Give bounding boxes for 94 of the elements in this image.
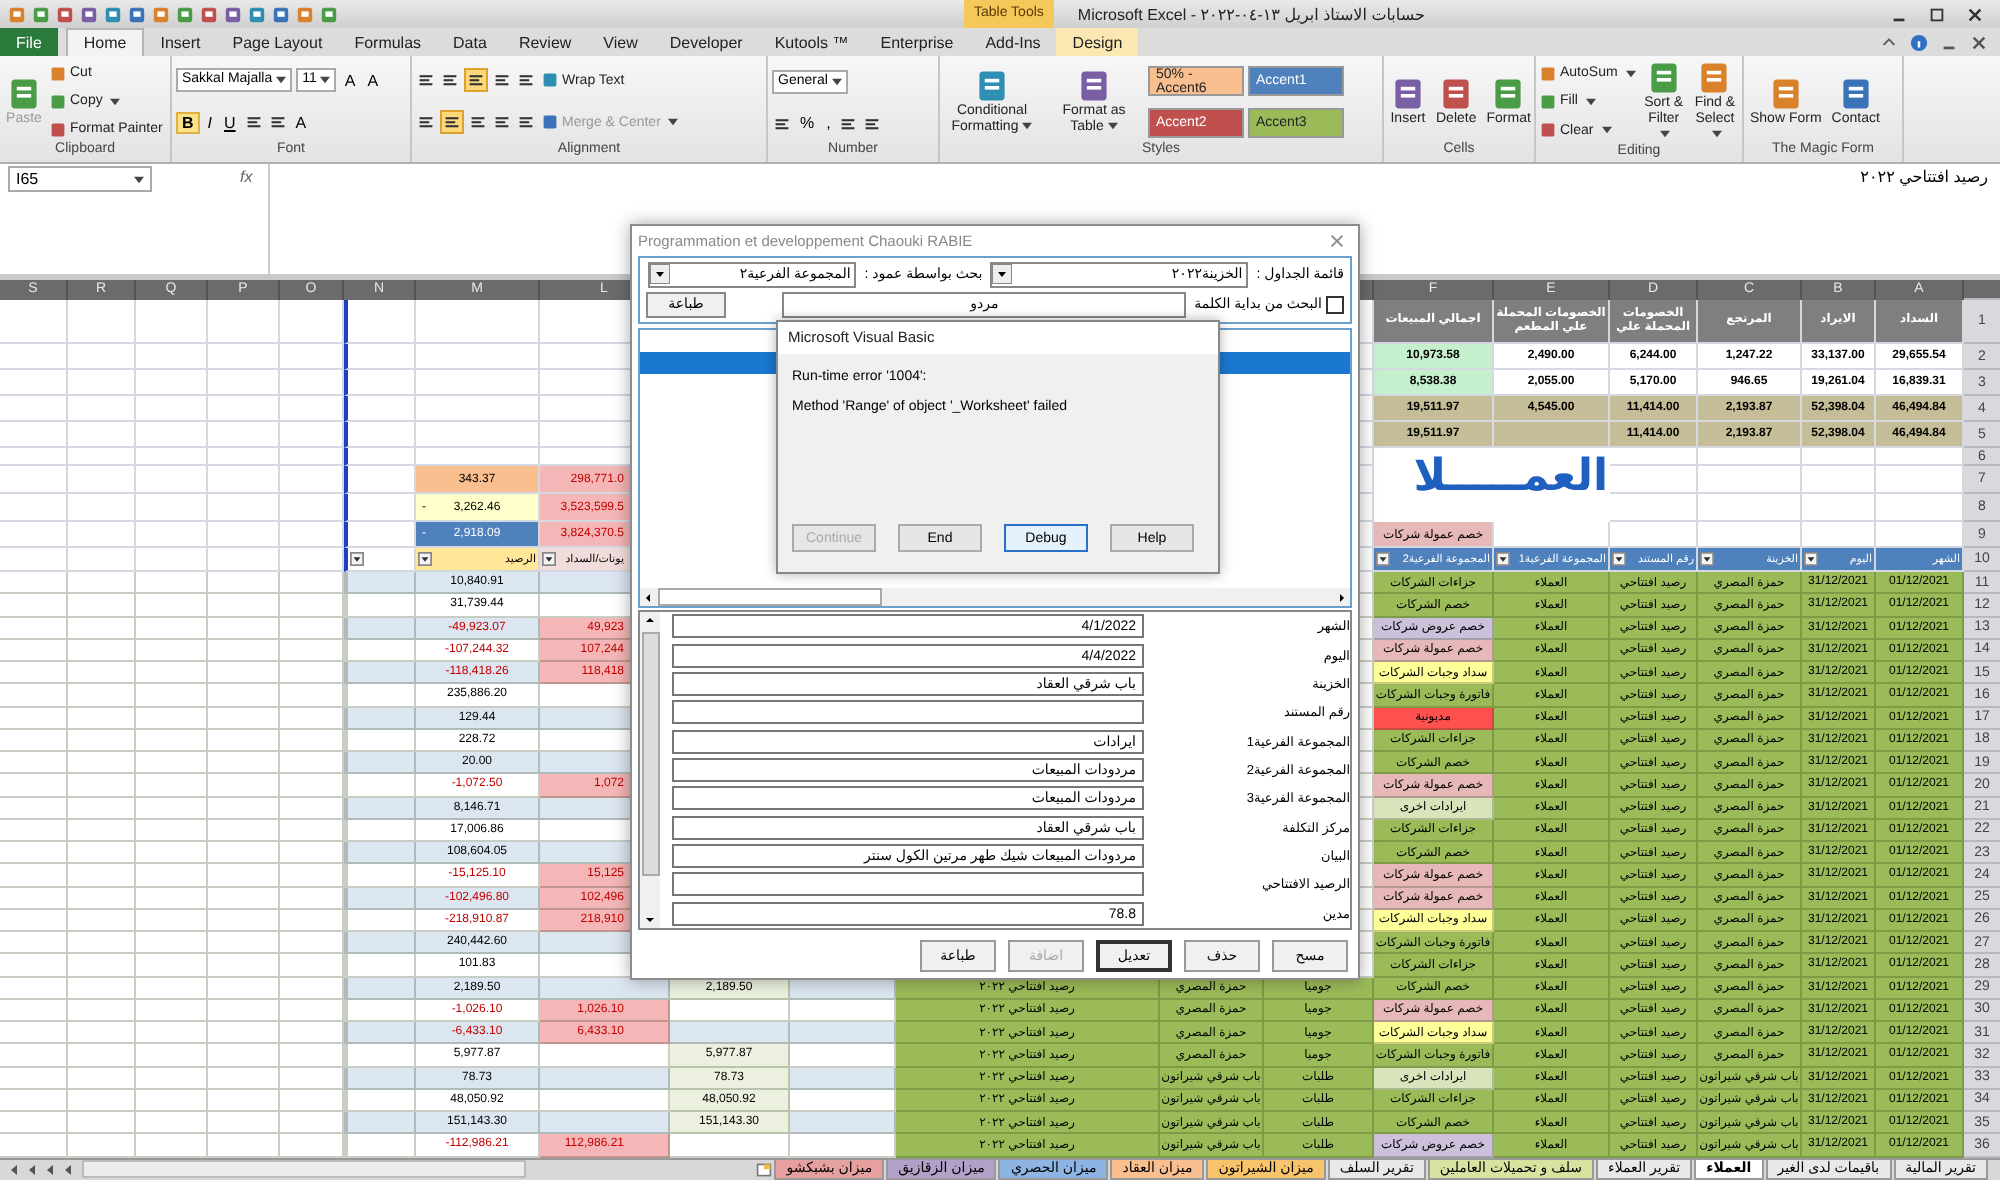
tool-icon (542, 114, 558, 130)
ribbon-tab[interactable]: Review (502, 28, 588, 56)
align-icon (774, 115, 790, 131)
input-field[interactable] (672, 872, 1144, 897)
align-icon (245, 114, 262, 131)
align-button[interactable] (516, 70, 536, 90)
caret-icon (276, 76, 287, 85)
align-icon (418, 114, 434, 130)
bold-button[interactable]: B (176, 111, 200, 134)
filter-button[interactable] (1612, 552, 1626, 566)
filter-button[interactable] (1376, 552, 1390, 566)
ribbon-tab[interactable]: Add-Ins (969, 28, 1057, 56)
toolbar-button[interactable]: % (796, 114, 819, 132)
document-icon (1490, 75, 1527, 111)
toolbar-button[interactable]: , (822, 114, 835, 132)
ribbon-tab[interactable]: Data (437, 28, 503, 56)
caret-icon (134, 175, 144, 183)
align-button[interactable] (464, 68, 488, 92)
filter-button[interactable] (1804, 552, 1818, 566)
align-icon (418, 72, 434, 88)
align-button[interactable] (862, 113, 883, 133)
ribbon-tab[interactable]: Design (1056, 28, 1139, 56)
window-title: حسابات الاستاذ ابريل ١٣-٠٤-٢٠٢٢ - Microsoft Excel (1077, 5, 1427, 23)
document-icon (1076, 67, 1112, 103)
document-icon (1390, 75, 1426, 111)
dropdown-button[interactable] (650, 264, 671, 285)
horizontal-scrollbar[interactable] (82, 1160, 526, 1179)
align-icon (444, 114, 460, 130)
ribbon-tab[interactable]: Formulas (338, 28, 438, 56)
ribbon-tab[interactable]: View (587, 28, 654, 56)
dropdown-button[interactable] (992, 264, 1013, 285)
align-button[interactable] (838, 113, 859, 133)
filter-button[interactable] (1700, 552, 1714, 566)
ribbon-tab[interactable]: Insert (144, 28, 217, 56)
input-field[interactable] (672, 700, 1144, 725)
document-icon (6, 75, 42, 111)
underline-button[interactable]: U (220, 113, 240, 132)
filter-button[interactable] (418, 552, 432, 566)
filter-button[interactable] (1496, 552, 1510, 566)
align-icon (494, 114, 510, 130)
align-icon (518, 114, 534, 130)
maximize-icon[interactable] (1928, 5, 1946, 23)
document-icon (1837, 75, 1874, 111)
filter-button[interactable] (542, 552, 556, 566)
horizontal-scrollbar[interactable] (640, 588, 1350, 607)
italic-button[interactable]: I (203, 113, 217, 132)
align-icon (494, 72, 510, 88)
align-button[interactable] (267, 112, 288, 133)
document-icon (1696, 60, 1733, 96)
ribbon-tab[interactable]: File (0, 28, 58, 56)
document-icon (1645, 60, 1682, 96)
toolbar-button[interactable]: A (291, 113, 311, 132)
align-icon (442, 72, 458, 88)
arrow-icon[interactable] (642, 912, 658, 928)
close-icon[interactable] (1970, 33, 1988, 51)
ribbon-tab[interactable]: Home (65, 28, 145, 56)
align-button[interactable] (492, 70, 512, 90)
function-button[interactable]: fx (240, 168, 253, 186)
align-button[interactable] (440, 110, 464, 134)
align-icon (840, 115, 857, 131)
ribbon-tab[interactable]: Page Layout (216, 28, 339, 56)
close-icon[interactable] (1966, 5, 1984, 23)
align-icon (269, 114, 286, 131)
align-icon (468, 72, 484, 88)
align-icon (470, 114, 486, 130)
ribbon-tab[interactable]: Developer (653, 28, 759, 56)
tool-icon (542, 72, 558, 88)
toolbar-button[interactable]: A (340, 71, 360, 90)
arrow-icon[interactable] (1334, 589, 1350, 606)
caret-icon (320, 76, 331, 85)
caret-icon[interactable] (1880, 33, 1898, 51)
align-button[interactable] (416, 112, 436, 132)
name-box[interactable]: I65 (8, 166, 152, 192)
vertical-scrollbar[interactable] (640, 612, 660, 928)
align-button[interactable] (772, 113, 792, 133)
align-button[interactable] (516, 112, 536, 132)
ribbon-tab[interactable]: Kutools ™ (758, 28, 865, 56)
caret-icon (831, 77, 842, 85)
sheet-title: العمـــــلا (1413, 450, 1608, 502)
document-icon (1438, 75, 1475, 111)
toolbar-button[interactable]: A (363, 71, 383, 90)
align-button[interactable] (243, 112, 264, 133)
align-icon (864, 115, 881, 131)
new-sheet-icon[interactable] (756, 1161, 773, 1178)
ribbon-tab[interactable]: Enterprise (864, 28, 970, 56)
filter-button[interactable] (350, 552, 364, 566)
align-icon (518, 72, 534, 88)
document-icon (974, 67, 1010, 103)
align-button[interactable] (492, 112, 512, 132)
align-button[interactable] (468, 112, 488, 132)
help-icon[interactable] (1910, 33, 1928, 51)
document-icon (1767, 75, 1804, 111)
align-button[interactable] (440, 70, 460, 90)
align-button[interactable] (416, 70, 436, 90)
